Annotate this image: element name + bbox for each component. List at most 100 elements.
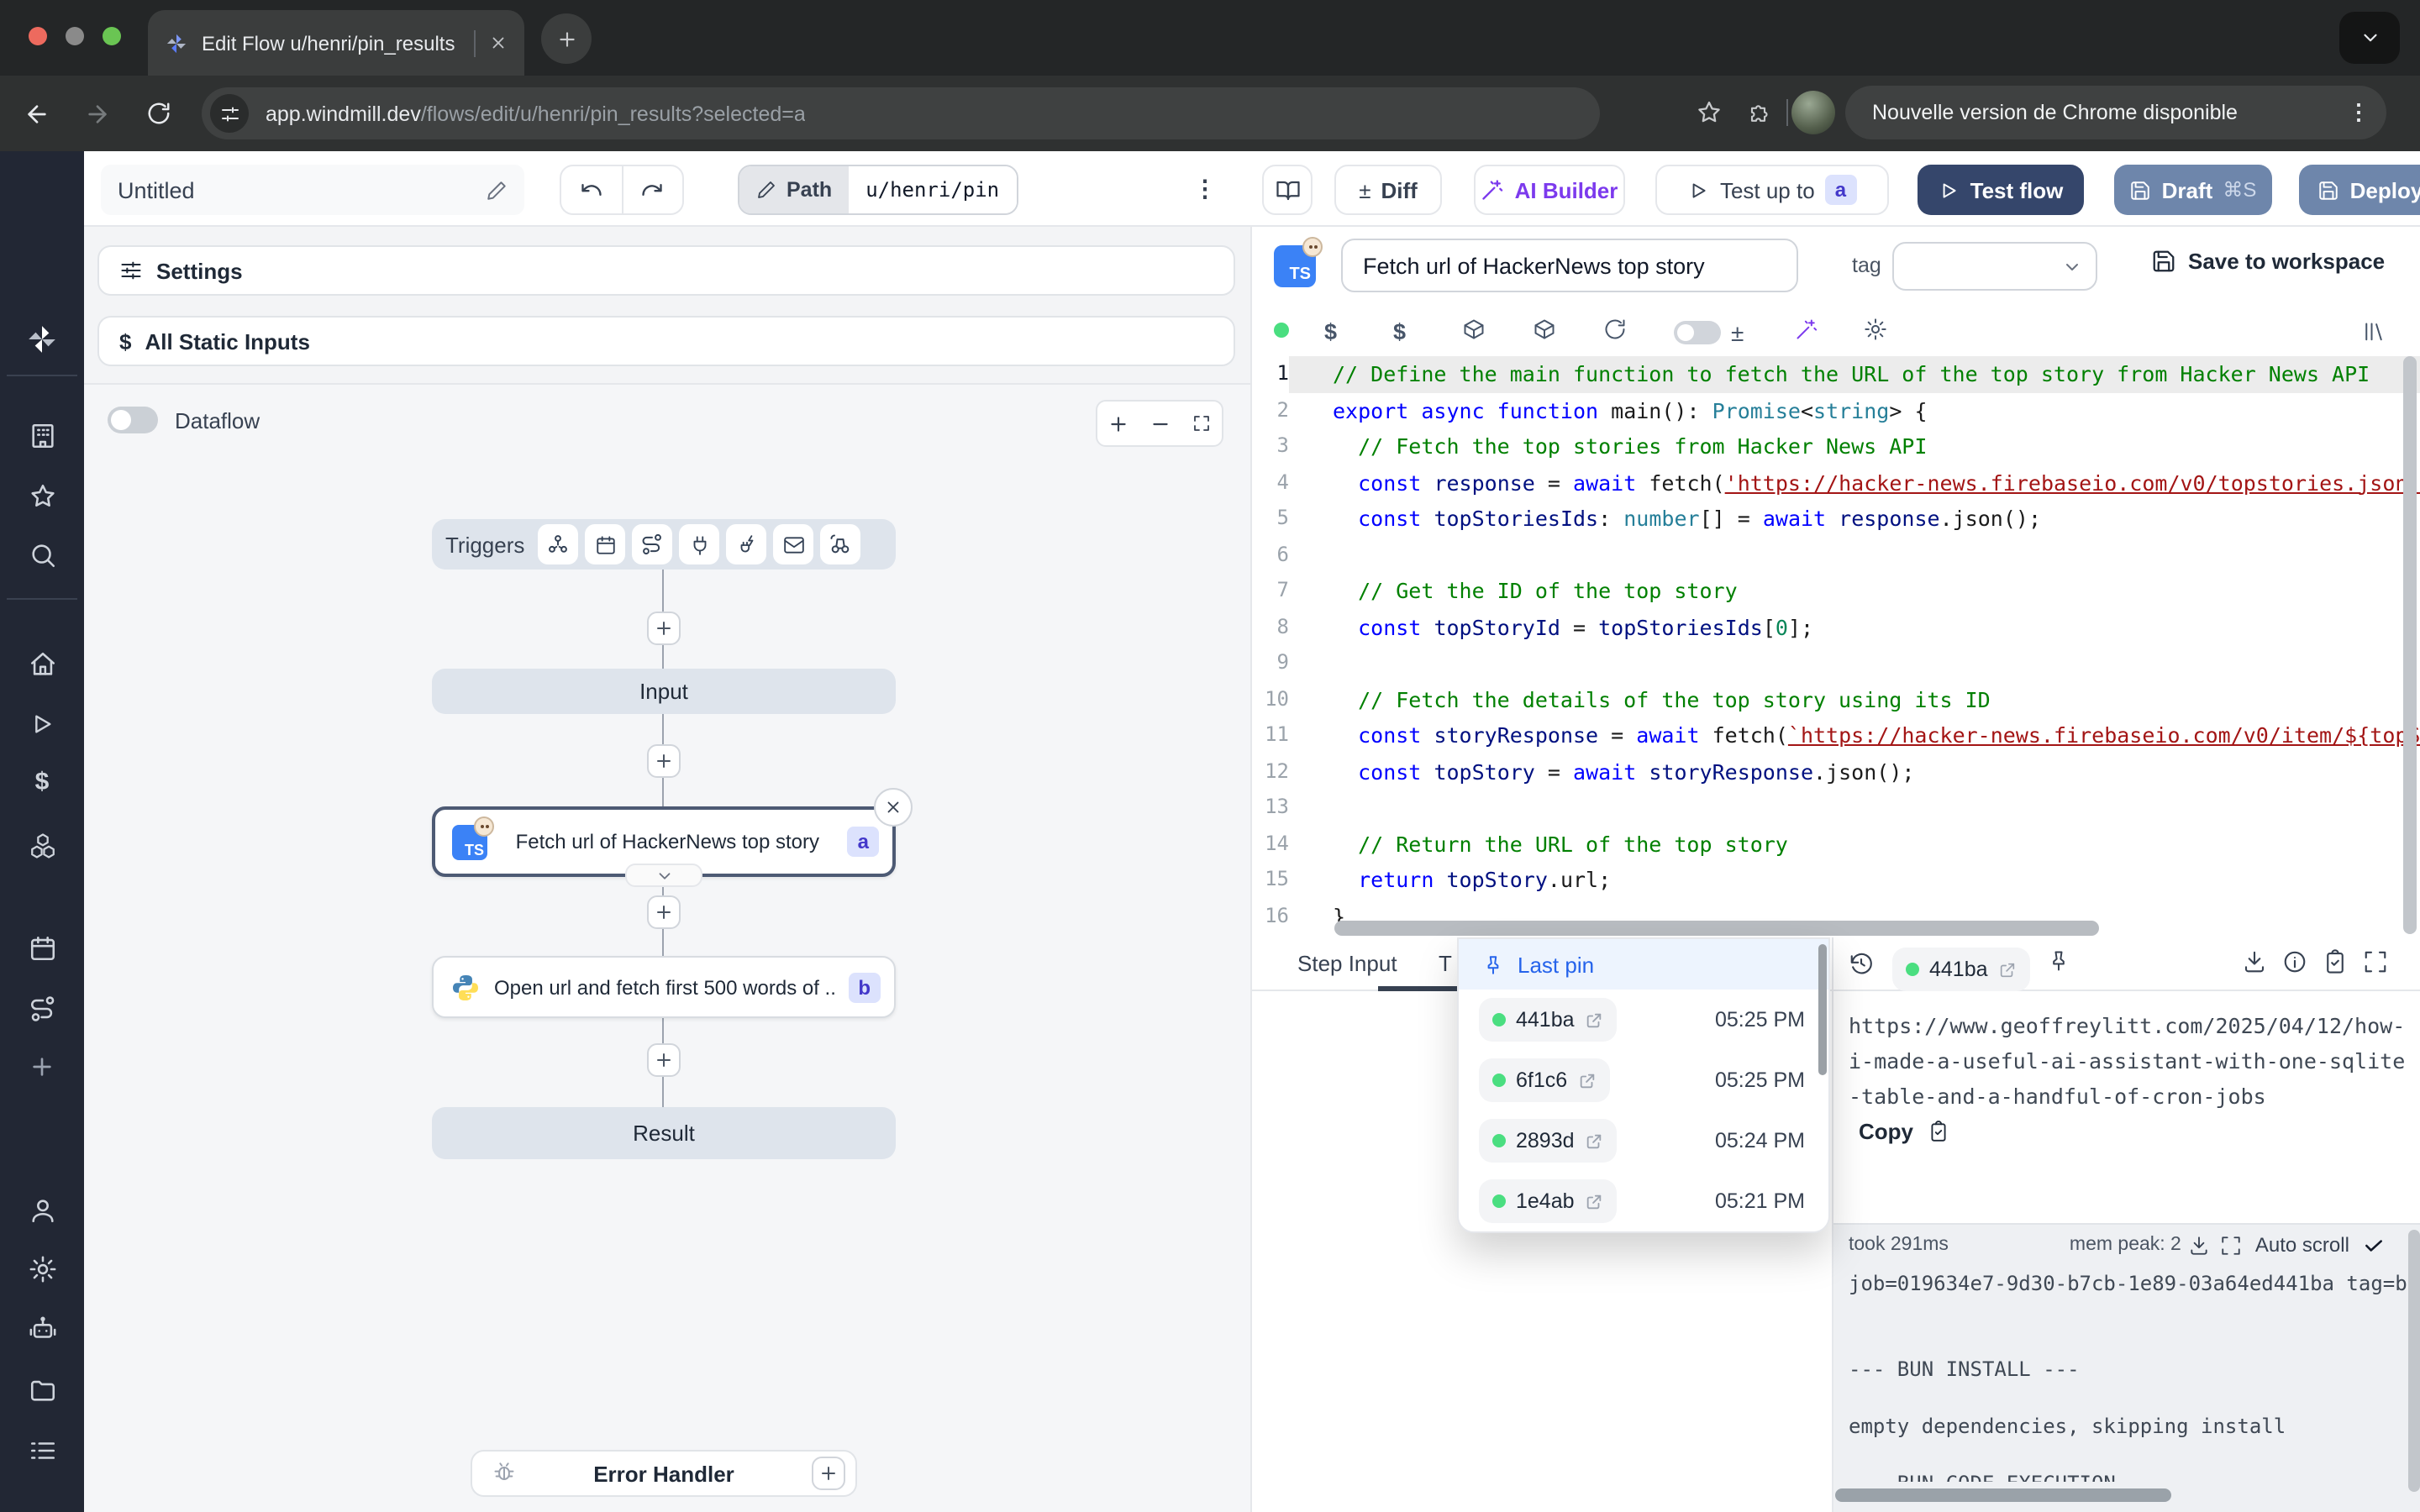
all-static-inputs-button[interactable]: $ All Static Inputs [97, 316, 1235, 366]
windmill-logo[interactable] [25, 323, 59, 356]
pin-item[interactable]: 441ba05:25 PM [1459, 990, 1828, 1050]
history-button[interactable] [1849, 951, 1874, 976]
sidebar-item-favorites[interactable] [27, 480, 57, 511]
add-step-button[interactable] [647, 1043, 681, 1077]
docs-button[interactable] [1262, 165, 1313, 215]
sidebar-item-settings[interactable] [27, 1253, 57, 1284]
redo-button[interactable] [623, 166, 682, 213]
add-step-button[interactable] [647, 744, 681, 778]
back-button[interactable] [13, 90, 60, 137]
pin-button[interactable] [2047, 949, 2070, 973]
pin-id-badge[interactable]: 6f1c6 [1479, 1058, 1609, 1102]
http-route-trigger-button[interactable] [632, 524, 672, 564]
email-trigger-button[interactable] [773, 524, 813, 564]
error-handler-node[interactable]: Error Handler [471, 1450, 857, 1497]
download-result-button[interactable] [2242, 949, 2267, 974]
add-step-button[interactable] [647, 612, 681, 645]
log-horizontal-scrollbar[interactable] [1835, 1488, 2171, 1502]
step-title-input[interactable]: Fetch url of HackerNews top story [1341, 239, 1798, 292]
job-id-badge[interactable]: 441ba [1892, 948, 2030, 991]
fit-view-button[interactable] [1181, 402, 1222, 445]
code-line[interactable]: 1// Define the main function to fetch th… [1252, 356, 2420, 392]
code-line[interactable]: 15 return topStory.url; [1252, 862, 2420, 898]
path-selector[interactable]: Path u/henri/pin [738, 165, 1018, 215]
code-line[interactable]: 4 const response = await fetch('https://… [1252, 465, 2420, 501]
pin-item[interactable]: 1e4ab05:21 PM [1459, 1171, 1828, 1231]
poll-trigger-button[interactable] [820, 524, 860, 564]
code-line[interactable]: 13 [1252, 790, 2420, 826]
undo-button[interactable] [561, 166, 623, 213]
extensions-button[interactable] [1738, 91, 1781, 134]
code-vertical-scrollbar[interactable] [2403, 356, 2417, 934]
external-link-icon[interactable] [1998, 960, 2017, 979]
remove-step-button[interactable] [874, 788, 913, 827]
copy-button[interactable]: Copy [1859, 1119, 1949, 1144]
sidebar-item-variables[interactable]: $ [27, 768, 57, 796]
package-button[interactable] [1462, 318, 1486, 341]
code-editor[interactable]: 1// Define the main function to fetch th… [1252, 356, 2420, 937]
new-tab-button[interactable] [541, 13, 592, 64]
code-line[interactable]: 3 // Fetch the top stories from Hacker N… [1252, 428, 2420, 465]
test-up-to-button[interactable]: Test up to a [1655, 165, 1889, 215]
schedule-trigger-button[interactable] [585, 524, 625, 564]
external-link-icon[interactable] [1585, 1011, 1603, 1029]
flow-step-b-node[interactable]: Open url and fetch first 500 words of ..… [432, 956, 896, 1018]
zoom-out-button[interactable] [1139, 402, 1180, 445]
sidebar-item-workers[interactable] [27, 1314, 57, 1344]
site-settings-icon[interactable] [210, 94, 249, 133]
sidebar-item-home[interactable] [27, 648, 57, 679]
external-link-icon[interactable] [1577, 1071, 1596, 1089]
add-error-handler-button[interactable] [812, 1457, 845, 1490]
expand-logs-button[interactable] [2220, 1234, 2242, 1256]
collapse-step-button[interactable] [625, 864, 702, 887]
last-pin-option[interactable]: Last pin [1459, 939, 1828, 990]
window-close-button[interactable] [29, 27, 47, 45]
expand-result-button[interactable] [2363, 949, 2388, 974]
test-flow-button[interactable]: Test flow [1918, 165, 2084, 215]
sidebar-item-search[interactable] [27, 539, 57, 570]
tab-search-button[interactable] [2339, 12, 2400, 64]
result-url-value[interactable]: https://www.geoffreylitt.com/2025/04/12/… [1849, 1008, 2410, 1114]
external-link-icon[interactable] [1585, 1192, 1603, 1210]
path-label-segment[interactable]: Path [739, 166, 849, 213]
auto-scroll-checkbox[interactable] [2363, 1234, 2385, 1256]
variables-button[interactable]: $ [1324, 319, 1337, 344]
sidebar-item-routes[interactable] [27, 993, 57, 1023]
package-button[interactable] [1533, 318, 1556, 341]
editor-toggle[interactable] [1674, 321, 1721, 344]
forward-button[interactable] [74, 90, 121, 137]
log-vertical-scrollbar[interactable] [2408, 1230, 2420, 1492]
sidebar-item-folders[interactable] [27, 1374, 57, 1404]
sidebar-item-users[interactable] [27, 1194, 57, 1225]
tab-close-icon[interactable] [489, 34, 508, 52]
info-button[interactable] [2282, 949, 2307, 974]
resources-button[interactable]: $ [1393, 319, 1406, 344]
url-text[interactable]: app.windmill.dev/flows/edit/u/henri/pin_… [266, 102, 806, 125]
kafka-trigger-button[interactable] [726, 524, 766, 564]
code-line[interactable]: 10 // Fetch the details of the top story… [1252, 681, 2420, 717]
download-logs-button[interactable] [2188, 1234, 2210, 1256]
address-bar[interactable]: app.windmill.dev/flows/edit/u/henri/pin_… [202, 87, 1600, 139]
edit-name-pencil-icon[interactable] [486, 179, 508, 201]
deploy-button[interactable]: Deploy [2299, 165, 2420, 215]
code-line[interactable]: 14 // Return the URL of the top story [1252, 826, 2420, 862]
diff-button[interactable]: ± Diff [1334, 165, 1442, 215]
chrome-update-button[interactable]: Nouvelle version de Chrome disponible ⋮ [1845, 86, 2386, 139]
dropdown-scrollbar[interactable] [1818, 944, 1827, 1075]
window-minimize-button[interactable] [66, 27, 84, 45]
pin-id-badge[interactable]: 441ba [1479, 998, 1617, 1042]
browser-menu-icon[interactable]: ⋮ [2348, 99, 2370, 126]
zoom-in-button[interactable] [1097, 402, 1139, 445]
tab-test-partial[interactable]: T [1439, 951, 1452, 976]
dataflow-toggle[interactable] [108, 407, 158, 433]
tab-step-input[interactable]: Step Input [1297, 951, 1397, 976]
pin-item[interactable]: 2893d05:24 PM [1459, 1110, 1828, 1171]
tag-select[interactable] [1892, 242, 2097, 291]
code-line[interactable]: 6 [1252, 537, 2420, 573]
add-step-button[interactable] [647, 895, 681, 929]
diff-toggle-button[interactable]: ± [1731, 319, 1744, 346]
pin-id-badge[interactable]: 2893d [1479, 1119, 1617, 1163]
editor-settings-button[interactable] [1864, 318, 1887, 341]
triggers-node[interactable]: Triggers [432, 519, 896, 570]
webhook-trigger-button[interactable] [538, 524, 578, 564]
